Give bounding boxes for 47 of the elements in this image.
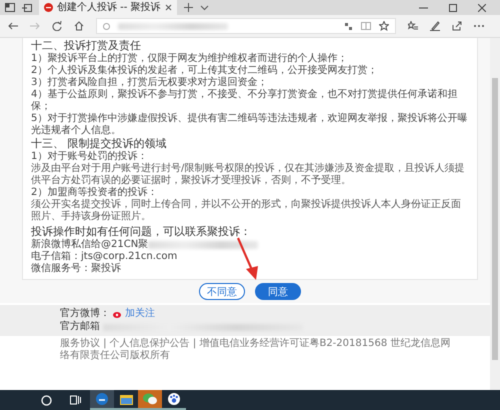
list-item: 4）基于公益原则，聚投诉不参与打赏，不接受、不分享打赏资金，也不对打赏提供任何承诺和担保； [31, 89, 458, 112]
set-aside-tabs-icon[interactable] [22, 4, 32, 12]
pen-icon[interactable] [430, 21, 440, 31]
list-item: 5）对于打赏操作中涉嫌虚假投诉、提供有害二维码等违法违规者，欢迎网友举报，聚投诉将公开曝光违规者个人信息。 [31, 113, 468, 137]
contact-heading: 投诉操作时如有任何问题，可以联系聚投诉： [31, 225, 252, 238]
search-icon[interactable] [41, 394, 52, 406]
back-icon[interactable] [8, 22, 18, 30]
section-heading: 十二、投诉打赏及责任 [31, 39, 142, 52]
paragraph: 须公开实名提交投诉，同时上传合同，并以不公开的形式，向聚投诉提供投诉人本人身份证正反面照片、手持该身份证照片。 [31, 199, 462, 223]
list-item: 1）对于账号处罚的投诉： [31, 151, 148, 162]
list-item: 2）加盟商等投资者的投诉： [31, 187, 158, 198]
contact-line: 电子信箱：jts@corp.21cn.com [31, 251, 178, 262]
list-item: 3）打赏者风险自担，打赏后无权要求对方退回资金； [31, 77, 268, 88]
contact-line: 新浪微博私信给@21CN聚 [31, 239, 148, 250]
tab-preview-icon[interactable] [5, 3, 15, 12]
list-item: 2）个人投诉及集体投诉的发起者，可上传其支付二维码，公开接受网友打赏； [31, 65, 378, 76]
footer-label: 官方微博： [60, 308, 110, 320]
browser-app-icon[interactable] [90, 390, 114, 410]
new-tab-icon[interactable] [184, 3, 193, 12]
agree-button[interactable]: 同意 [255, 283, 301, 300]
paw-app-icon[interactable] [162, 390, 186, 410]
close-icon[interactable] [164, 4, 172, 11]
site-logo-icon [44, 3, 53, 12]
favorite-star-icon[interactable] [379, 21, 389, 31]
footer-label: 官方邮箱 [60, 321, 100, 333]
home-icon[interactable] [74, 21, 84, 31]
minimize-icon[interactable] [419, 6, 428, 8]
favorites-list-icon[interactable] [408, 21, 418, 31]
contact-line: 微信服务号：聚投诉 [31, 263, 121, 275]
chevron-down-icon[interactable] [200, 4, 209, 10]
close-icon[interactable] [478, 4, 486, 12]
maximize-icon[interactable] [449, 4, 457, 12]
share-icon[interactable] [452, 21, 462, 31]
annotation-arrow [237, 238, 258, 280]
browser-tab[interactable]: 创建个人投诉 -- 聚投诉 [39, 0, 177, 15]
paragraph: 涉及由平台对于用户账号进行封号/限制账号权限的投诉，仅在其涉嫌涉及资金提取，且投诉人须提供平台方处罚有误的必要证据时，聚投诉才受理投诉，否则，不予受理。 [31, 163, 466, 186]
refresh-icon[interactable] [52, 21, 62, 31]
scrollbar[interactable] [490, 38, 500, 390]
follow-link[interactable]: 加关注 [125, 308, 155, 320]
section-heading: 十三、 限制提交投诉的领域 [31, 137, 168, 150]
tab-title: 创建个人投诉 -- 聚投诉 [57, 2, 161, 14]
list-item: 1）聚投诉平台上的打赏，仅限于网友为维护维权者而进行的个人操作； [31, 53, 348, 64]
disagree-button[interactable]: 不同意 [199, 283, 245, 300]
address-field[interactable] [96, 18, 396, 34]
task-view-icon[interactable] [70, 395, 81, 405]
footer-legal-text: 服务协议 | 个人信息保护公告 | 增值电信业务经营许可证粤B2-20181568 世纪龙信息网络有限责任公司版权所有 [59, 336, 452, 363]
info-icon [103, 22, 110, 30]
